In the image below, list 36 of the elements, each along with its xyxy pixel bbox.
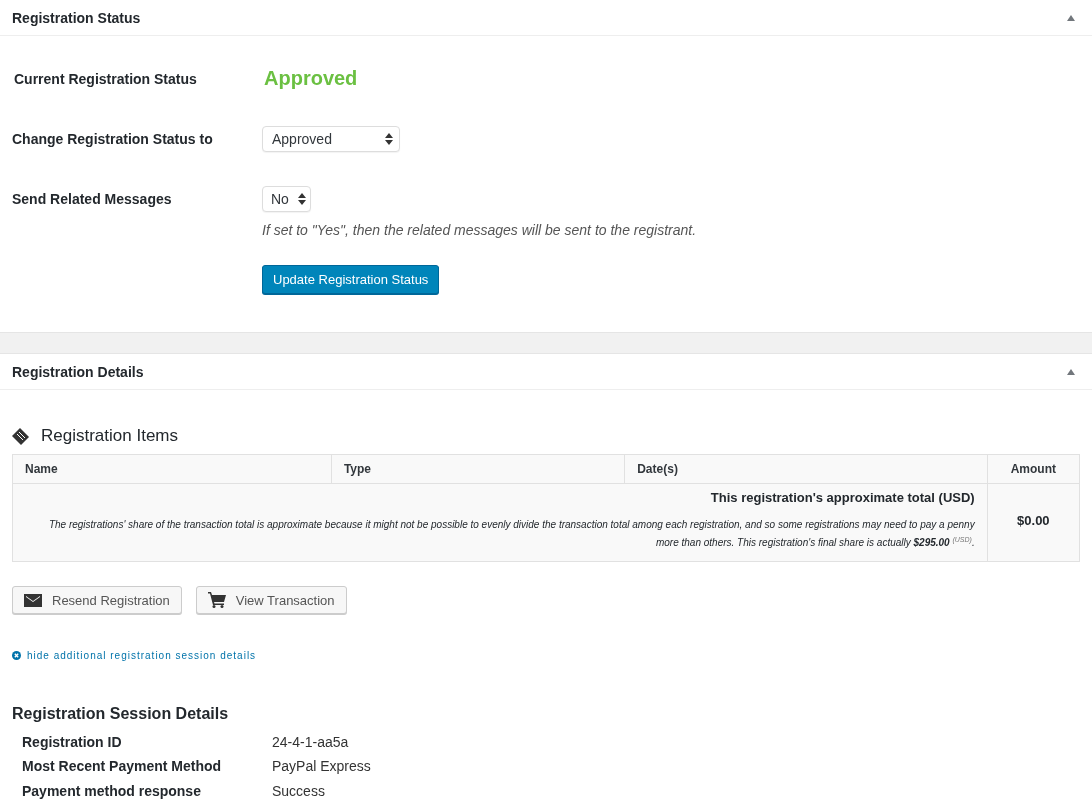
section-heading: Registration Items xyxy=(41,426,178,446)
envelope-icon xyxy=(24,593,42,607)
total-note: The registrations' share of the transaction total is approximate because it might not be possible to evenly divide the transaction total among each registration, and so some registrations may need to pay a penny more than others. This registration's final share is actually $295.00 $^{(USD)}$. xyxy=(47,518,975,551)
hide-details-link[interactable]: hide additional registration session details xyxy=(27,650,257,662)
collapse-toggle-icon[interactable] xyxy=(1067,14,1075,21)
panel-title: Registration Status xyxy=(12,9,141,26)
status-select[interactable]: Approved xyxy=(262,126,400,152)
close-circle-icon xyxy=(12,651,21,661)
amount-cell: $0.00 xyxy=(987,483,1080,562)
view-transaction-button[interactable]: View Transaction xyxy=(195,586,347,615)
help-text: If set to "Yes", then the related messages will be sent to the registrant. xyxy=(262,222,698,238)
collapse-toggle-icon[interactable] xyxy=(1067,368,1075,375)
messages-select[interactable]: No xyxy=(262,186,311,212)
detail-value: Success xyxy=(272,782,326,799)
column-header: Name xyxy=(12,454,332,484)
ticket-icon xyxy=(12,427,29,445)
panel-title: Registration Details xyxy=(12,363,144,380)
field-label: Change Registration Status to xyxy=(12,131,214,147)
update-status-button[interactable]: Update Registration Status xyxy=(262,265,440,294)
column-header: Date(s) xyxy=(624,454,988,484)
detail-value: 24-4-1-aa5a xyxy=(272,733,350,750)
column-header: Type xyxy=(331,454,625,484)
cart-icon xyxy=(207,592,226,609)
detail-label: Payment method response xyxy=(22,782,202,799)
section-heading: Registration Session Details xyxy=(12,705,230,724)
field-label: Current Registration Status xyxy=(14,70,198,87)
column-header: Amount xyxy=(987,454,1080,484)
field-label: Send Related Messages xyxy=(12,191,173,207)
detail-label: Registration ID xyxy=(22,733,123,750)
select-arrows-icon xyxy=(298,193,306,205)
detail-value: PayPal Express xyxy=(272,758,372,775)
detail-label: Most Recent Payment Method xyxy=(22,758,223,775)
select-arrows-icon xyxy=(385,133,393,145)
status-value: Approved xyxy=(264,67,359,90)
total-label: This registration's approximate total (USD) xyxy=(709,490,975,505)
resend-button[interactable]: Resend Registration xyxy=(12,586,182,615)
